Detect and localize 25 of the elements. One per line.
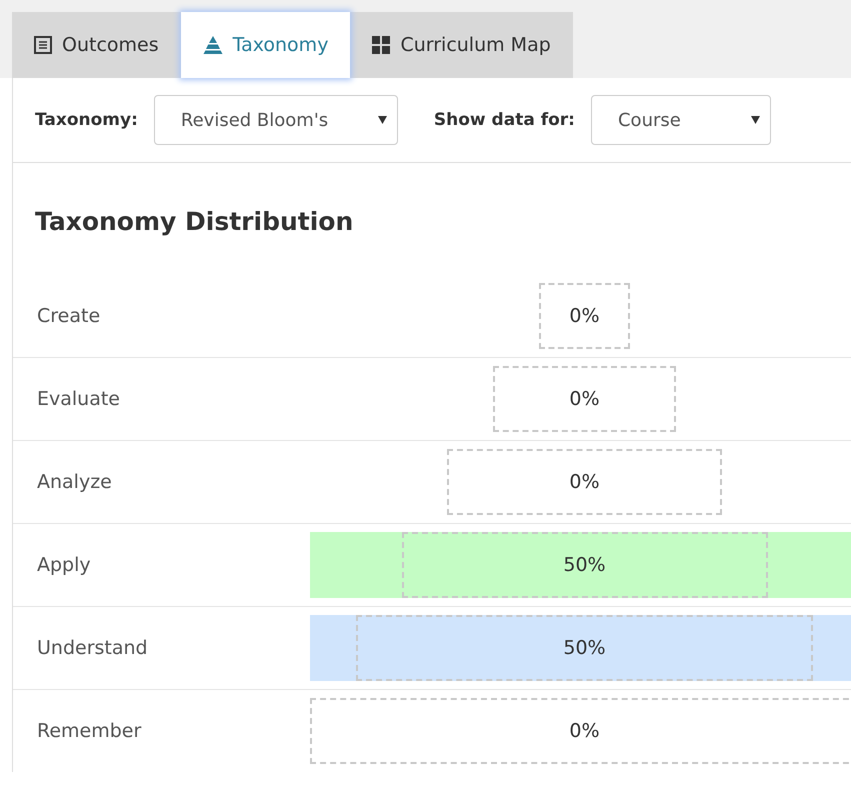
pyramid-tier: 0% [310,698,851,764]
level-label: Evaluate [36,388,121,410]
level-label: Analyze [36,471,113,493]
dropdown[interactable]: Course [590,95,771,145]
grid-icon [372,36,390,54]
section-title: Taxonomy Distribution [34,206,354,238]
caret-icon [750,116,760,124]
pyramid-tier: 50% [356,615,814,681]
filter-label: Taxonomy: [35,110,138,130]
level-label: Understand [36,637,149,659]
pyramid-tier: 0% [538,283,630,349]
level-label: Remember [36,720,142,742]
pyramid-tier: 0% [447,449,722,515]
tab[interactable]: Curriculum Map [350,12,573,78]
level-label: Apply [36,554,92,576]
tab[interactable]: Taxonomy [180,12,350,78]
tab[interactable]: Outcomes [12,12,181,78]
pyramid-tier: 50% [402,532,768,598]
dropdown[interactable]: Revised Bloom's [154,95,398,145]
pyramid-tier: 0% [493,366,676,432]
level-label: Create [36,305,102,327]
pyramid-icon [202,36,223,54]
caret-icon [378,116,387,124]
filter-label: Show data for: [434,110,575,130]
list-icon [34,36,52,54]
